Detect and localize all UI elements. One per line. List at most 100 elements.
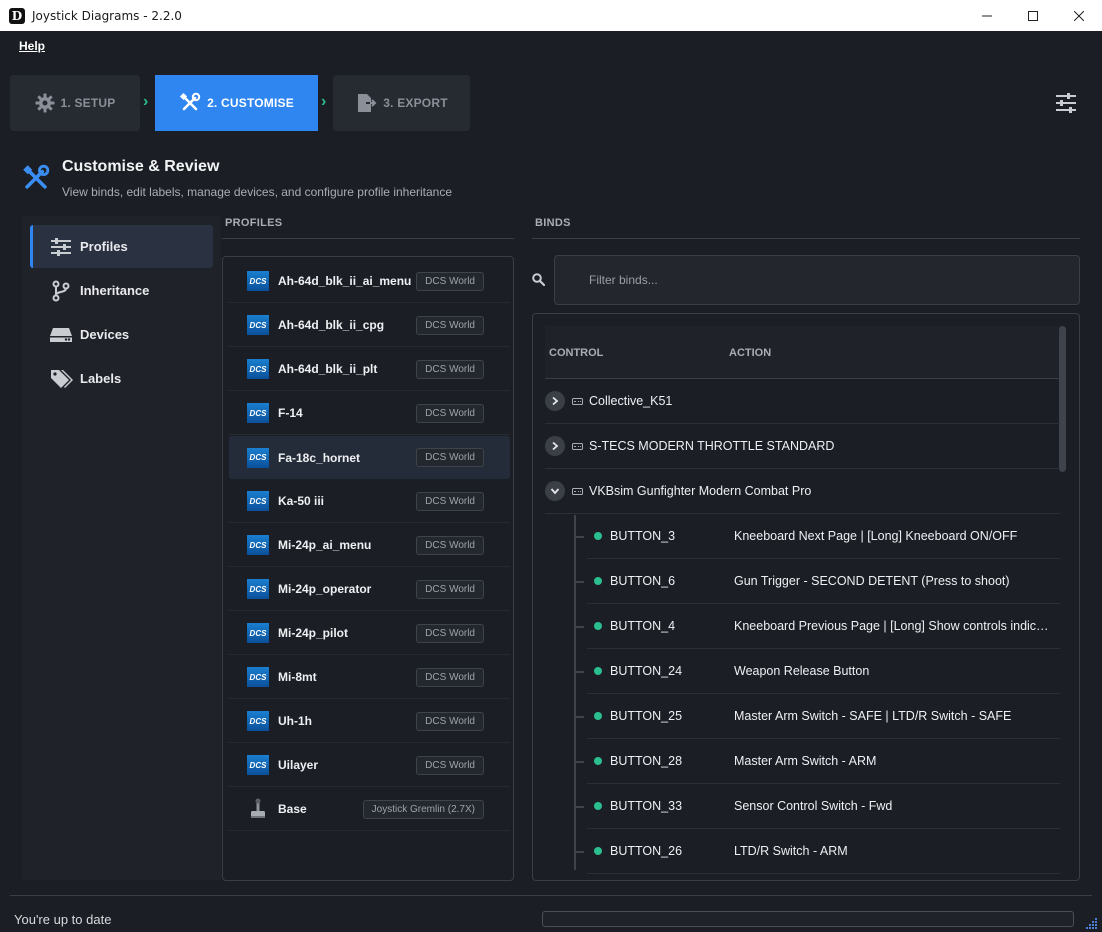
binds-table: CONTROL ACTION Collective_K51 S-TECS MOD… <box>532 313 1080 881</box>
scrollbar[interactable] <box>1059 326 1066 472</box>
bind-row[interactable]: BUTTON_28 Master Arm Switch - ARM <box>587 739 1060 784</box>
menu-help[interactable]: Help <box>19 39 45 53</box>
chevron-down-icon <box>550 488 560 495</box>
profile-row[interactable]: DCS Uilayer DCS World <box>229 744 510 787</box>
source-badge: DCS World <box>416 579 484 599</box>
bind-row[interactable]: BUTTON_26 LTD/R Switch - ARM <box>587 829 1060 874</box>
bind-row[interactable]: BUTTON_6 Gun Trigger - SECOND DETENT (Pr… <box>587 559 1060 604</box>
bind-row[interactable]: BUTTON_3 Kneeboard Next Page | [Long] Kn… <box>587 514 1060 559</box>
device-group-row[interactable]: Collective_K51 <box>545 379 1060 424</box>
bind-control: BUTTON_33 <box>610 799 683 813</box>
bind-control: BUTTON_26 <box>610 844 683 858</box>
resize-grip-icon[interactable] <box>1084 916 1098 930</box>
device-name: S-TECS MODERN THROTTLE STANDARD <box>589 439 835 453</box>
status-dot <box>594 577 602 585</box>
filter-binds-input[interactable] <box>554 255 1080 305</box>
bind-control: BUTTON_3 <box>610 529 676 543</box>
dcs-logo: DCS <box>247 491 269 511</box>
profile-name: Uh-1h <box>278 714 312 728</box>
profile-name: Mi-24p_ai_menu <box>278 538 372 552</box>
source-badge: DCS World <box>416 359 484 379</box>
profile-name: Ah-64d_blk_ii_cpg <box>278 318 385 332</box>
column-header-control[interactable]: CONTROL <box>549 347 603 359</box>
dcs-logo: DCS <box>247 623 269 643</box>
status-dot <box>594 802 602 810</box>
bind-row[interactable]: BUTTON_24 Weapon Release Button <box>587 649 1060 694</box>
tab-setup-label: 1. SETUP <box>60 96 116 110</box>
profile-name: Ah-64d_blk_ii_ai_menu <box>278 274 412 288</box>
tab-export[interactable]: 3. EXPORT <box>333 75 470 131</box>
bind-row[interactable]: BUTTON_4 Kneeboard Previous Page | [Long… <box>587 604 1060 649</box>
source-badge: DCS World <box>416 667 484 687</box>
maximize-icon <box>1028 10 1038 21</box>
device-group-row[interactable]: S-TECS MODERN THROTTLE STANDARD <box>545 424 1060 469</box>
profile-name: Base <box>278 802 307 816</box>
tab-setup[interactable]: 1. SETUP <box>10 75 140 131</box>
joystick-icon <box>247 798 269 820</box>
bind-action: Sensor Control Switch - Fwd <box>734 799 893 813</box>
minimize-button[interactable] <box>964 0 1010 31</box>
tree-line <box>574 581 584 583</box>
chevron-right-icon <box>552 396 559 406</box>
profile-row[interactable]: DCS Ah-64d_blk_ii_cpg DCS World <box>229 304 510 347</box>
settings-button[interactable] <box>1054 92 1078 114</box>
profiles-list: DCS Ah-64d_blk_ii_ai_menu DCS World DCS … <box>222 256 514 881</box>
branch-icon <box>46 280 76 302</box>
tree-line <box>574 515 576 870</box>
profile-row-selected[interactable]: DCS Fa-18c_hornet DCS World <box>229 436 510 479</box>
profile-row[interactable]: DCS Ka-50 iii DCS World <box>229 480 510 523</box>
profile-row[interactable]: DCS Ah-64d_blk_ii_ai_menu DCS World <box>229 260 510 303</box>
gamepad-icon <box>572 397 583 405</box>
collapse-button[interactable] <box>545 481 565 501</box>
dcs-logo: DCS <box>247 667 269 687</box>
profile-row[interactable]: DCS Ah-64d_blk_ii_plt DCS World <box>229 348 510 391</box>
sidebar-item-devices[interactable]: Devices <box>30 313 213 356</box>
hard-drive-icon <box>46 326 76 344</box>
profile-row[interactable]: DCS Mi-24p_pilot DCS World <box>229 612 510 655</box>
tags-icon <box>46 368 76 390</box>
tab-customise[interactable]: 2. CUSTOMISE <box>155 75 318 131</box>
dcs-logo: DCS <box>247 271 269 291</box>
source-badge: DCS World <box>416 315 484 335</box>
column-header-action[interactable]: ACTION <box>729 347 771 359</box>
dcs-logo: DCS <box>247 755 269 775</box>
divider <box>222 238 514 239</box>
source-badge: Joystick Gremlin (2.7X) <box>362 799 484 819</box>
profile-row[interactable]: DCS Mi-24p_ai_menu DCS World <box>229 524 510 567</box>
expand-button[interactable] <box>545 436 565 456</box>
bind-row[interactable]: BUTTON_25 Master Arm Switch - SAFE | LTD… <box>587 694 1060 739</box>
bind-row[interactable]: BUTTON_33 Sensor Control Switch - Fwd <box>587 784 1060 829</box>
bind-control: BUTTON_25 <box>610 709 683 723</box>
sidebar-item-label: Labels <box>80 371 122 386</box>
profile-row[interactable]: DCS Mi-8mt DCS World <box>229 656 510 699</box>
tree-line <box>574 851 584 853</box>
dcs-logo: DCS <box>247 535 269 555</box>
expand-button[interactable] <box>545 391 565 411</box>
profile-row[interactable]: DCS Mi-24p_operator DCS World <box>229 568 510 611</box>
profile-name: Mi-24p_operator <box>278 582 372 596</box>
close-button[interactable] <box>1056 0 1102 31</box>
profile-row[interactable]: DCS F-14 DCS World <box>229 392 510 435</box>
bind-action: Master Arm Switch - SAFE | LTD/R Switch … <box>734 709 1012 723</box>
profile-row[interactable]: DCS Uh-1h DCS World <box>229 700 510 743</box>
device-name: Collective_K51 <box>589 394 673 408</box>
sidebar-item-labels[interactable]: Labels <box>30 357 213 400</box>
title-bar: D Joystick Diagrams - 2.2.0 <box>0 0 1102 31</box>
profile-name: Fa-18c_hornet <box>278 450 361 465</box>
gamepad-icon <box>572 487 583 495</box>
sidebar-item-inheritance[interactable]: Inheritance <box>30 269 213 312</box>
status-text: You're up to date <box>14 912 112 927</box>
status-dot <box>594 667 602 675</box>
source-badge: DCS World <box>416 491 484 511</box>
source-badge: DCS World <box>416 271 484 291</box>
status-dot <box>594 622 602 630</box>
source-badge: DCS World <box>416 403 484 423</box>
chevron-right-icon: › <box>321 93 327 110</box>
sidebar-item-profiles[interactable]: Profiles <box>30 225 213 268</box>
device-group-row-expanded[interactable]: VKBsim Gunfighter Modern Combat Pro <box>545 469 1060 514</box>
dcs-logo: DCS <box>247 447 269 468</box>
bind-control: BUTTON_4 <box>610 619 676 633</box>
maximize-button[interactable] <box>1010 0 1056 31</box>
profile-row[interactable]: Base Joystick Gremlin (2.7X) <box>229 788 510 831</box>
sliders-icon <box>1056 93 1076 113</box>
